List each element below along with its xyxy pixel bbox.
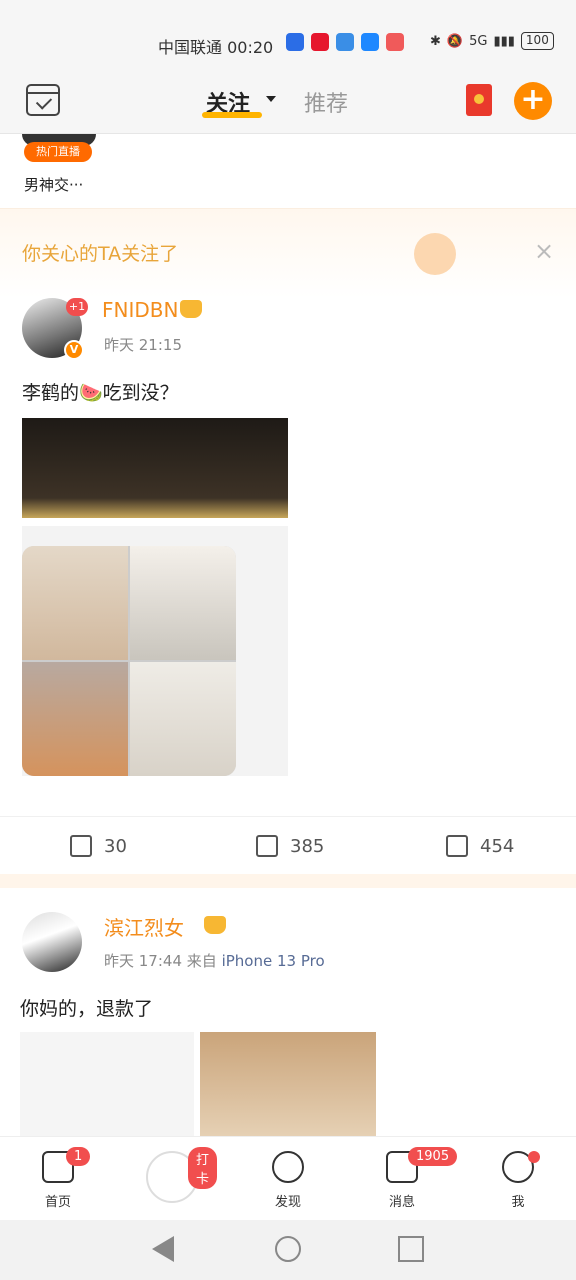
message-badge: 1905 (408, 1147, 458, 1166)
photo-tile (22, 662, 128, 776)
tab-me[interactable]: 我 (488, 1151, 548, 1210)
crown-icon (180, 300, 202, 318)
repost-count: 30 (104, 835, 127, 857)
tab-home-label: 首页 (44, 1195, 71, 1210)
status-bar: 中国联通 00:20 ✱ 🔕 5G ▮▮▮ 100 (0, 0, 576, 76)
comment-icon (256, 835, 278, 857)
tab-discover[interactable]: 发现 (258, 1151, 318, 1210)
post-image[interactable] (20, 1032, 194, 1138)
back-icon[interactable] (152, 1236, 174, 1262)
baidu-icon (286, 33, 304, 51)
bluetooth-icon: ✱ (430, 33, 441, 49)
signal-label: 5G (469, 33, 488, 49)
post-image[interactable] (22, 418, 288, 518)
photo-tile (22, 546, 128, 660)
mute-icon: 🔕 (446, 33, 464, 49)
search-icon (272, 1151, 304, 1183)
app-icon (386, 33, 404, 51)
home-badge: 1 (66, 1147, 91, 1166)
post-source[interactable]: iPhone 13 Pro (222, 952, 325, 970)
post-meta: 昨天 17:44 来自 iPhone 13 Pro (104, 950, 325, 971)
post-text: 李鹤的🍉吃到没？ (22, 382, 179, 404)
like-button[interactable]: 454 (446, 835, 514, 857)
signal-icon: ▮▮▮ (493, 33, 515, 49)
chevron-down-icon[interactable] (266, 96, 276, 102)
from-label: 来自 (186, 952, 217, 970)
carrier-time: 中国联通 00:20 (158, 38, 274, 57)
system-nav-bar (0, 1220, 576, 1280)
system-indicators: ✱ 🔕 5G ▮▮▮ 100 (430, 32, 554, 50)
post-image[interactable] (200, 1032, 376, 1138)
tab-me-label: 我 (511, 1195, 525, 1210)
avatar[interactable] (22, 912, 82, 972)
live-name[interactable]: 男神交··· (24, 174, 83, 195)
battery-level: 100 (520, 32, 554, 50)
post-time: 昨天 21:15 (104, 336, 182, 354)
repost-button[interactable]: 30 (70, 835, 127, 857)
notification-icons (286, 33, 404, 51)
comment-button[interactable]: 385 (256, 835, 324, 857)
username[interactable]: 滨江烈女 (104, 912, 184, 941)
follow-suggestion-banner[interactable]: 你关心的TA关注了 × (0, 208, 576, 298)
checkin-badge: 打卡 (188, 1147, 218, 1189)
calendar-check-icon[interactable] (26, 84, 60, 116)
tab-indicator (202, 112, 262, 118)
person-star-illustration-icon (414, 233, 456, 275)
post-image[interactable] (22, 526, 288, 776)
recents-square-icon[interactable] (398, 1236, 424, 1262)
like-count: 454 (480, 835, 515, 857)
cloud-icon (361, 33, 379, 51)
home-circle-icon[interactable] (275, 1236, 301, 1262)
live-badge: 热门直播 (24, 142, 92, 162)
red-packet-icon[interactable] (466, 84, 492, 116)
photo-tile (130, 662, 236, 776)
tab-checkin[interactable]: 打卡 (142, 1147, 218, 1203)
crown-icon (204, 916, 226, 934)
post-text: 你妈的，退款了 (20, 998, 154, 1020)
tab-message[interactable]: 消息 1905 (372, 1147, 458, 1210)
post-actions: 30 385 454 (0, 816, 576, 876)
compose-plus-button[interactable]: + (514, 82, 552, 120)
bottom-tab-bar: 首页 1 打卡 发现 消息 1905 我 (0, 1136, 576, 1220)
thumbs-up-icon (446, 835, 468, 857)
verified-badge: V (64, 340, 84, 360)
tab-message-label: 消息 (388, 1195, 415, 1210)
tab-discover-label: 发现 (274, 1195, 301, 1210)
username[interactable]: FNIDBN (102, 298, 178, 322)
browser-icon (336, 33, 354, 51)
photo-tile (130, 546, 236, 660)
post-time: 昨天 17:44 (104, 952, 182, 970)
share-icon (70, 835, 92, 857)
tab-recommend[interactable]: 推荐 (304, 86, 348, 118)
banner-text: 你关心的TA关注了 (22, 243, 179, 265)
comment-count: 385 (290, 835, 325, 857)
plus-badge: +1 (66, 298, 88, 316)
divider (0, 874, 576, 888)
red-dot-badge (528, 1151, 540, 1163)
tab-home[interactable]: 首页 1 (28, 1147, 91, 1210)
top-nav: 关注 推荐 + (0, 76, 576, 134)
close-icon[interactable]: × (534, 237, 554, 265)
weibo-icon (311, 33, 329, 51)
